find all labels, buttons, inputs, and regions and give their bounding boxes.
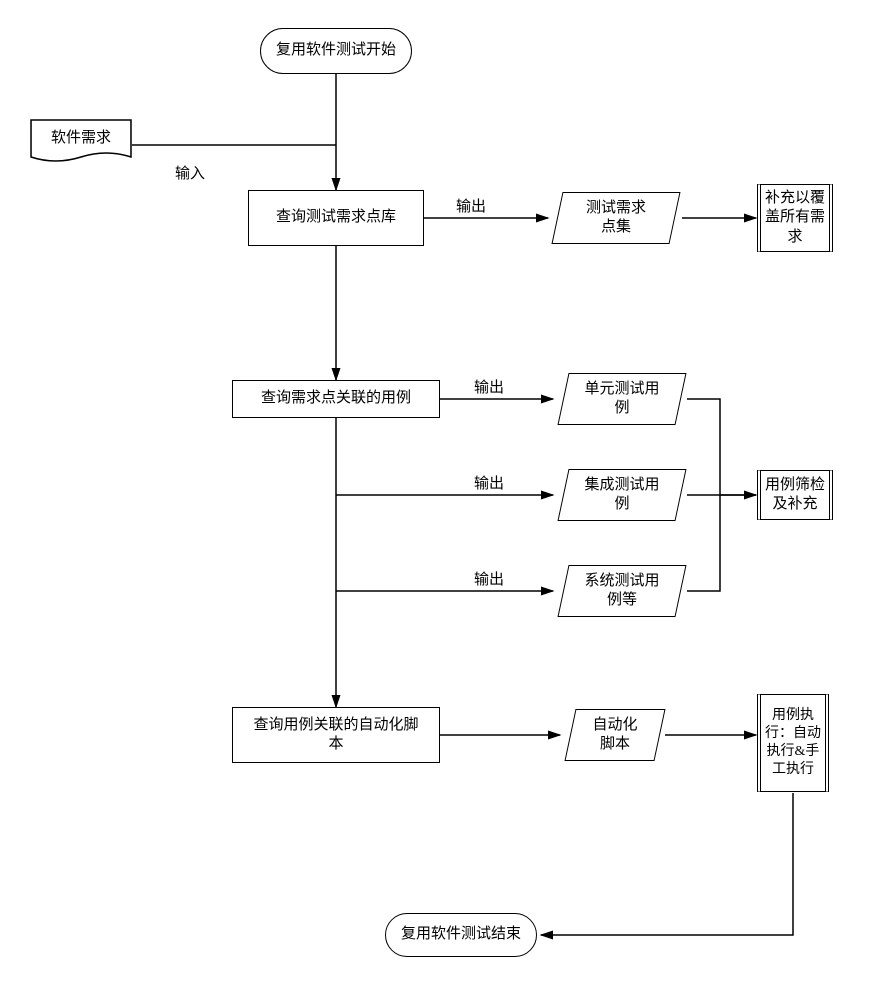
terminator-end: 复用软件测试结束: [385, 913, 537, 957]
data-integration-test-case-label: 集成测试用 例: [574, 476, 669, 515]
label-output-1: 输出: [456, 198, 486, 218]
terminator-start: 复用软件测试开始: [260, 28, 412, 74]
process-query-linked-cases: 查询需求点关联的用例: [232, 380, 440, 418]
predef-filter-cases: 用例筛检 及补充: [757, 470, 833, 520]
data-automation-script: 自动化 脚本: [570, 709, 660, 761]
process-query-auto-scripts-label: 查询用例关联的自动化脚 本: [253, 716, 418, 755]
data-test-req-set-label: 测试需求 点集: [576, 199, 656, 238]
process-query-linked-cases-label: 查询需求点关联的用例: [261, 389, 411, 409]
data-system-test-case: 系统测试用 例等: [563, 565, 681, 617]
data-automation-script-label: 自动化 脚本: [582, 716, 647, 755]
data-test-req-set: 测试需求 点集: [557, 192, 675, 244]
predef-case-execution: 用例执 行：自动 执行&手 工执行: [757, 694, 829, 792]
predef-case-execution-label: 用例执 行：自动 执行&手 工执行: [765, 707, 821, 780]
doc-software-requirement-label: 软件需求: [51, 129, 111, 149]
data-unit-test-case: 单元测试用 例: [563, 373, 681, 425]
predef-supplement-req: 补充以覆 盖所有需 求: [757, 184, 833, 252]
label-output-2: 输出: [474, 379, 504, 399]
process-query-req-lib: 查询测试需求点库: [248, 190, 424, 246]
terminator-end-label: 复用软件测试结束: [401, 925, 521, 945]
label-output-3: 输出: [474, 475, 504, 495]
predef-supplement-req-label: 补充以覆 盖所有需 求: [765, 189, 825, 248]
connectors: [0, 0, 885, 1000]
label-output-4: 输出: [474, 571, 504, 591]
data-integration-test-case: 集成测试用 例: [563, 469, 681, 521]
label-input: 输入: [175, 165, 205, 185]
data-system-test-case-label: 系统测试用 例等: [574, 572, 669, 611]
doc-software-requirement: 软件需求: [30, 119, 132, 167]
data-unit-test-case-label: 单元测试用 例: [574, 380, 669, 419]
predef-filter-cases-label: 用例筛检 及补充: [765, 476, 825, 515]
process-query-req-lib-label: 查询测试需求点库: [276, 208, 396, 228]
flowchart-canvas: 复用软件测试开始 软件需求 输入 查询测试需求点库 输出 测试需求 点集 补充以…: [0, 0, 885, 1000]
process-query-auto-scripts: 查询用例关联的自动化脚 本: [232, 707, 440, 763]
terminator-start-label: 复用软件测试开始: [276, 41, 396, 61]
